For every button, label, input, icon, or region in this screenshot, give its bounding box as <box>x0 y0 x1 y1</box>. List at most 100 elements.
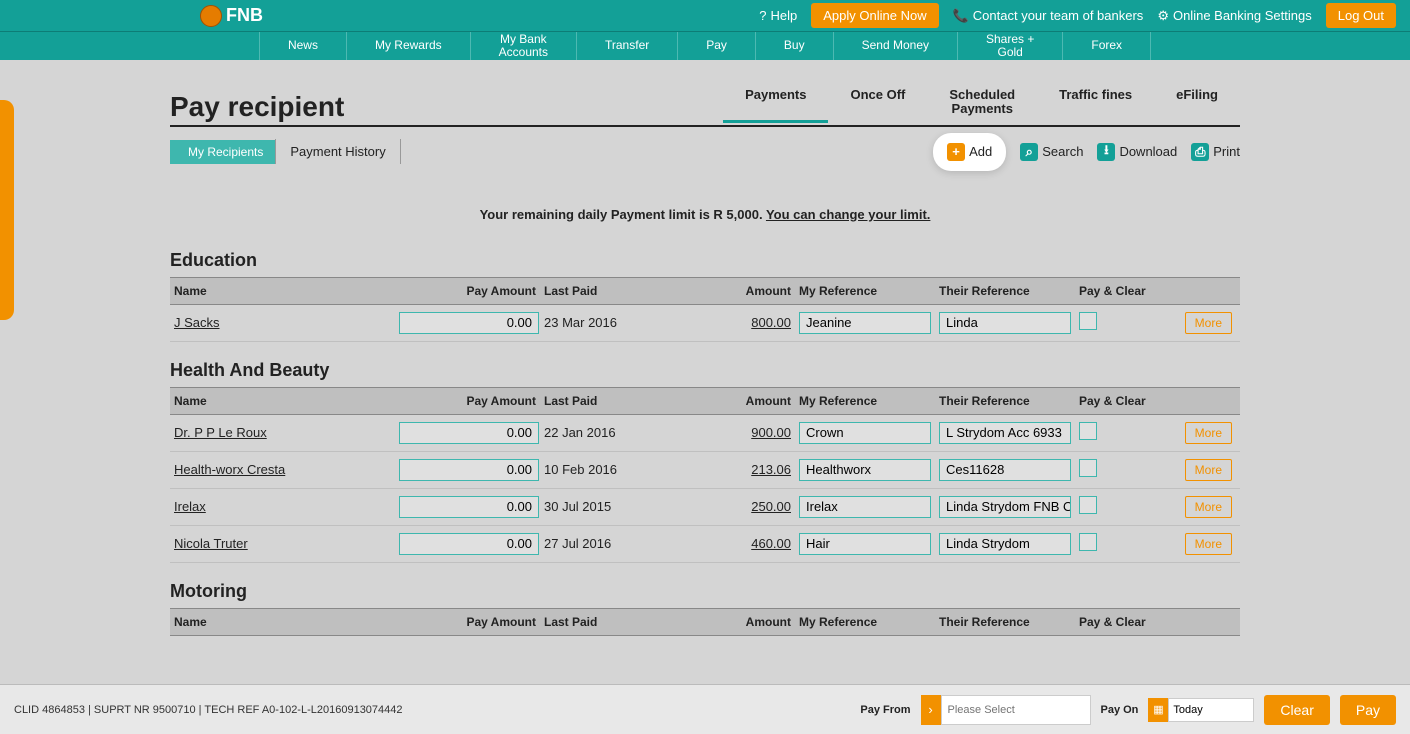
logout-button[interactable]: Log Out <box>1326 3 1396 28</box>
my-reference-input[interactable] <box>799 422 931 444</box>
print-button[interactable]: ⎙ Print <box>1191 143 1240 161</box>
tab-payments[interactable]: Payments <box>723 84 828 123</box>
pay-from-select[interactable]: › <box>921 695 1091 725</box>
col-their-ref: Their Reference <box>939 394 1079 408</box>
help-link[interactable]: ? Help <box>759 8 797 23</box>
menu-item-forex[interactable]: Forex <box>1063 32 1151 60</box>
more-button[interactable]: More <box>1185 422 1232 444</box>
last-paid-text: 27 Jul 2016 <box>544 536 674 551</box>
help-icon: ? <box>759 8 766 23</box>
amount-link[interactable]: 900.00 <box>751 425 791 440</box>
my-reference-input[interactable] <box>799 496 931 518</box>
their-reference-input[interactable] <box>939 533 1071 555</box>
brand-logo[interactable]: FNB <box>200 5 263 27</box>
my-reference-input[interactable] <box>799 459 931 481</box>
brand-text: FNB <box>226 5 263 26</box>
contact-bankers-link[interactable]: 📞 Contact your team of bankers <box>953 8 1144 24</box>
main-menu: NewsMy RewardsMy BankAccountsTransferPay… <box>0 31 1410 60</box>
col-my-ref: My Reference <box>799 394 939 408</box>
section-title: Education <box>170 250 1240 271</box>
menu-item-send-money[interactable]: Send Money <box>834 32 958 60</box>
gear-icon: ⚙ <box>1157 8 1169 24</box>
their-reference-input[interactable] <box>939 496 1071 518</box>
menu-item-news[interactable]: News <box>259 32 347 60</box>
col-last-paid: Last Paid <box>544 394 674 408</box>
col-pay-clear: Pay & Clear <box>1079 615 1236 629</box>
chevron-right-icon: › <box>921 695 941 725</box>
menu-item-my-rewards[interactable]: My Rewards <box>347 32 471 60</box>
col-my-ref: My Reference <box>799 615 939 629</box>
more-button[interactable]: More <box>1185 459 1232 481</box>
pay-clear-checkbox[interactable] <box>1079 459 1097 477</box>
pay-amount-input[interactable] <box>399 422 539 444</box>
change-limit-link[interactable]: You can change your limit. <box>766 207 930 222</box>
table-row: J Sacks 23 Mar 2016 800.00 More <box>170 305 1240 342</box>
pay-clear-checkbox[interactable] <box>1079 496 1097 514</box>
recipient-name-link[interactable]: Nicola Truter <box>174 536 248 551</box>
pay-amount-input[interactable] <box>399 312 539 334</box>
col-pay-amount: Pay Amount <box>399 615 544 629</box>
pay-clear-checkbox[interactable] <box>1079 533 1097 551</box>
download-button[interactable]: ⭳ Download <box>1097 143 1177 161</box>
recipient-name-link[interactable]: Health-worx Cresta <box>174 462 285 477</box>
their-reference-input[interactable] <box>939 312 1071 334</box>
amount-link[interactable]: 460.00 <box>751 536 791 551</box>
limit-message: Your remaining daily Payment limit is R … <box>170 207 1240 222</box>
col-last-paid: Last Paid <box>544 284 674 298</box>
section-title: Motoring <box>170 581 1240 602</box>
more-button[interactable]: More <box>1185 533 1232 555</box>
table-row: Nicola Truter 27 Jul 2016 460.00 More <box>170 526 1240 563</box>
recipient-name-link[interactable]: J Sacks <box>174 315 220 330</box>
col-my-ref: My Reference <box>799 284 939 298</box>
my-reference-input[interactable] <box>799 533 931 555</box>
col-name: Name <box>174 394 399 408</box>
pay-from-input[interactable] <box>941 695 1091 725</box>
pay-amount-input[interactable] <box>399 459 539 481</box>
add-button[interactable]: + Add <box>947 143 992 161</box>
amount-link[interactable]: 213.06 <box>751 462 791 477</box>
last-paid-text: 22 Jan 2016 <box>544 425 674 440</box>
pay-on-date[interactable]: ▦ <box>1148 698 1254 722</box>
table-header: NamePay AmountLast PaidAmountMy Referenc… <box>170 387 1240 415</box>
section-title: Health And Beauty <box>170 360 1240 381</box>
pay-button[interactable]: Pay <box>1340 695 1396 725</box>
print-icon: ⎙ <box>1191 143 1209 161</box>
apply-online-button[interactable]: Apply Online Now <box>811 3 938 28</box>
col-pay-amount: Pay Amount <box>399 394 544 408</box>
settings-link[interactable]: ⚙ Online Banking Settings <box>1157 8 1311 24</box>
table-header: NamePay AmountLast PaidAmountMy Referenc… <box>170 277 1240 305</box>
tab-once-off[interactable]: Once Off <box>828 84 927 123</box>
recipient-name-link[interactable]: Dr. P P Le Roux <box>174 425 267 440</box>
pay-amount-input[interactable] <box>399 496 539 518</box>
menu-item-pay[interactable]: Pay <box>678 32 756 60</box>
menu-item-buy[interactable]: Buy <box>756 32 834 60</box>
my-reference-input[interactable] <box>799 312 931 334</box>
side-drawer-tab[interactable] <box>0 100 14 320</box>
their-reference-input[interactable] <box>939 422 1071 444</box>
pay-amount-input[interactable] <box>399 533 539 555</box>
amount-link[interactable]: 800.00 <box>751 315 791 330</box>
menu-item-transfer[interactable]: Transfer <box>577 32 678 60</box>
more-button[interactable]: More <box>1185 312 1232 334</box>
last-paid-text: 23 Mar 2016 <box>544 315 674 330</box>
menu-item-my-bank-accounts[interactable]: My BankAccounts <box>471 32 577 60</box>
footer-info: CLID 4864853 | SUPRT NR 9500710 | TECH R… <box>14 704 403 716</box>
download-icon: ⭳ <box>1097 143 1115 161</box>
topbar: FNB ? Help Apply Online Now 📞 Contact yo… <box>0 0 1410 31</box>
search-button[interactable]: ⌕ Search <box>1020 143 1083 161</box>
recipient-name-link[interactable]: Irelax <box>174 499 206 514</box>
clear-button[interactable]: Clear <box>1264 695 1329 725</box>
payment-history-tab[interactable]: Payment History <box>275 139 400 164</box>
tab-scheduled-payments[interactable]: ScheduledPayments <box>927 84 1037 123</box>
menu-item-shares-gold[interactable]: Shares +Gold <box>958 32 1063 60</box>
pay-clear-checkbox[interactable] <box>1079 312 1097 330</box>
pay-on-input[interactable] <box>1168 698 1254 722</box>
tab-traffic-fines[interactable]: Traffic fines <box>1037 84 1154 123</box>
pay-clear-checkbox[interactable] <box>1079 422 1097 440</box>
tab-efiling[interactable]: eFiling <box>1154 84 1240 123</box>
my-recipients-tab[interactable]: My Recipients <box>173 140 275 164</box>
amount-link[interactable]: 250.00 <box>751 499 791 514</box>
their-reference-input[interactable] <box>939 459 1071 481</box>
table-row: Irelax30 Jul 2015250.00More <box>170 489 1240 526</box>
more-button[interactable]: More <box>1185 496 1232 518</box>
